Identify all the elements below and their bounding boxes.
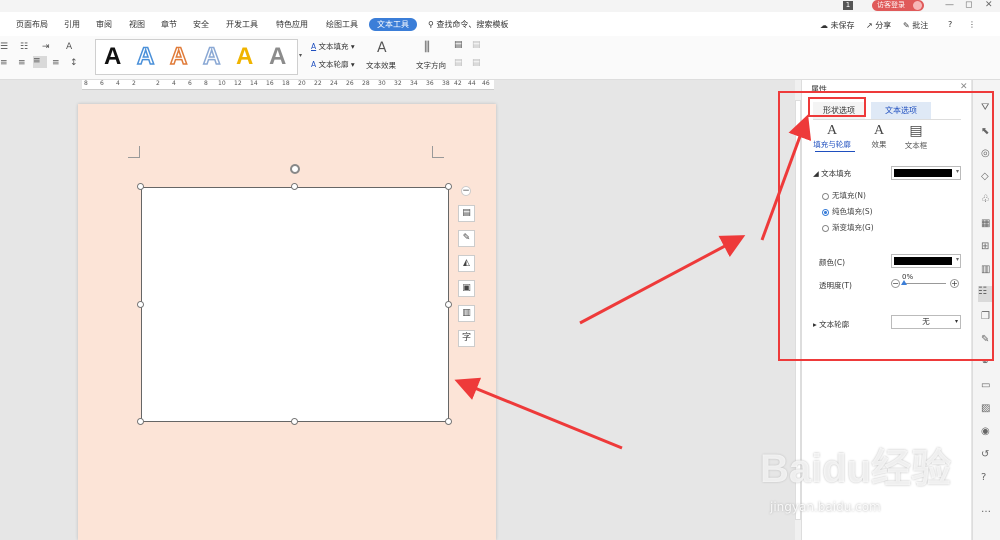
arrow-to-textbox — [454, 377, 623, 450]
arrow-to-panel — [579, 235, 746, 325]
arrow-to-shape-tab — [760, 114, 812, 241]
baidu-watermark-url: jingyan.baidu.com — [770, 500, 881, 514]
baidu-watermark: Baidu经验 — [760, 447, 952, 491]
